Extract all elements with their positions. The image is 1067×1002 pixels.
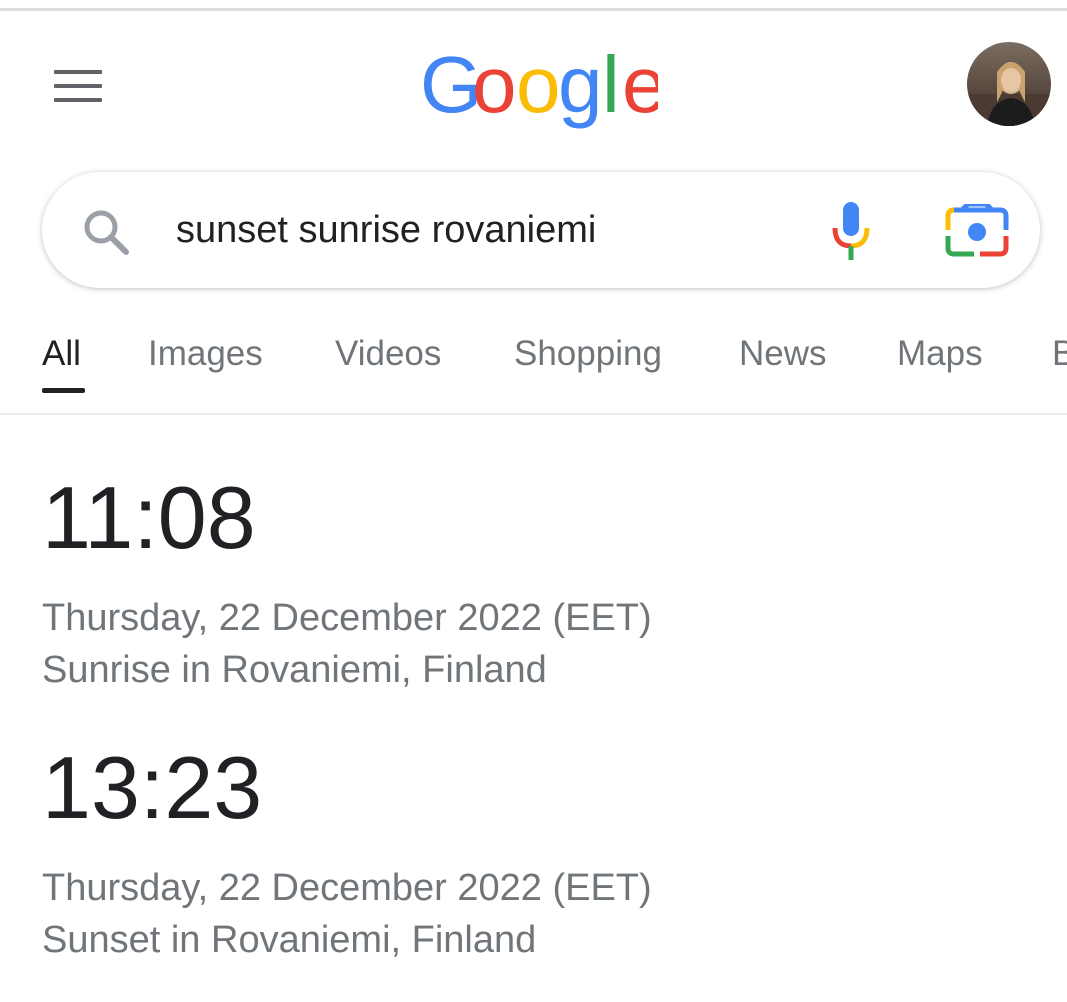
microphone-icon[interactable] xyxy=(828,200,874,262)
sunset-time: 13:23 xyxy=(42,738,263,837)
search-results-page: Google sunset sunrise rovaniemi All Imag… xyxy=(0,0,1067,1002)
logo-letter: g xyxy=(558,42,600,129)
tab-all[interactable]: All xyxy=(42,334,81,374)
search-tabs: All Images Videos Shopping News Maps Boo… xyxy=(0,300,1067,415)
tab-news[interactable]: News xyxy=(739,334,827,374)
top-divider xyxy=(0,8,1067,11)
active-tab-indicator xyxy=(42,388,85,393)
tab-maps[interactable]: Maps xyxy=(897,334,983,374)
avatar[interactable] xyxy=(967,42,1051,126)
search-icon[interactable] xyxy=(80,206,132,258)
camera-lens-icon[interactable] xyxy=(944,204,1010,260)
search-input[interactable] xyxy=(176,200,786,260)
logo-letter: o xyxy=(516,42,558,129)
sunrise-label: Sunrise in Rovaniemi, Finland xyxy=(42,649,547,691)
tab-shopping[interactable]: Shopping xyxy=(514,334,662,374)
logo-letter: l xyxy=(602,42,617,129)
tabs-divider xyxy=(0,413,1067,415)
sunset-label: Sunset in Rovaniemi, Finland xyxy=(42,919,537,961)
hamburger-menu-icon[interactable] xyxy=(54,70,102,104)
svg-text:Google: Google xyxy=(420,42,658,129)
google-logo[interactable]: Google xyxy=(418,42,658,138)
sunset-date: Thursday, 22 December 2022 (EET) xyxy=(42,867,652,909)
sunrise-time: 11:08 xyxy=(42,468,256,567)
logo-letter: G xyxy=(420,42,479,129)
tab-images[interactable]: Images xyxy=(148,334,263,374)
tab-books[interactable]: Books xyxy=(1052,334,1067,374)
sunrise-date: Thursday, 22 December 2022 (EET) xyxy=(42,597,652,639)
logo-letter: o xyxy=(472,42,514,129)
logo-letter: e xyxy=(622,42,658,129)
tab-videos[interactable]: Videos xyxy=(335,334,441,374)
